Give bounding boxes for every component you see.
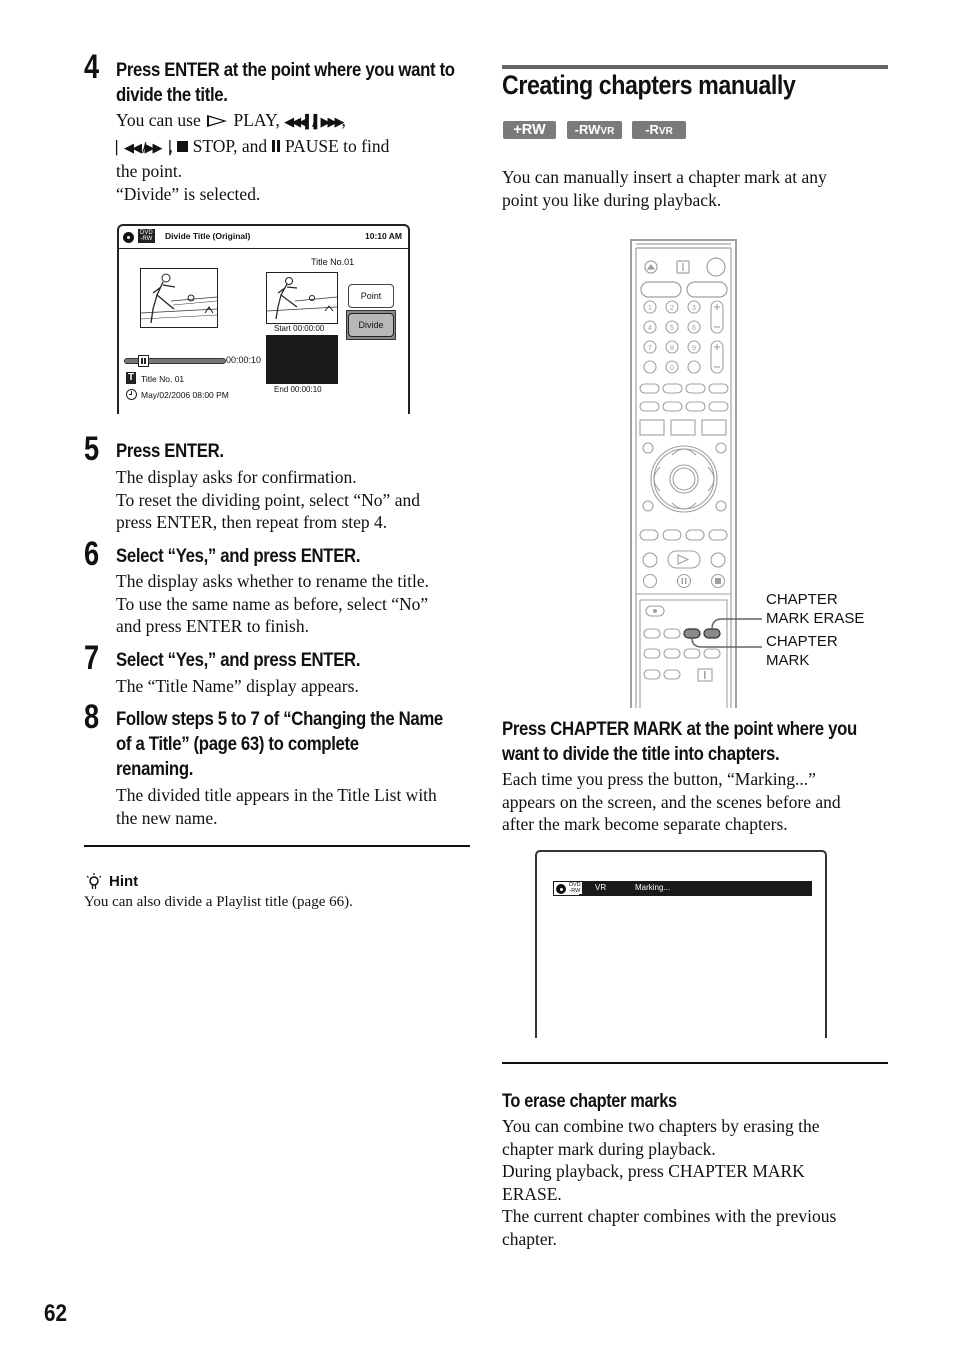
step-body: You can use PLAY, ◀◀◀▍/▍▶▶▶, ▏◀◀ /▶▶▕, S… (116, 109, 476, 205)
step-heading: Follow steps 5 to 7 of “Changing the Nam… (116, 708, 443, 780)
screen-clock: 10:10 AM (364, 231, 402, 241)
divider (502, 1062, 888, 1064)
step-heading: Select “Yes,” and press ENTER. (116, 649, 361, 671)
play-outline-icon (207, 115, 228, 127)
page-number: 62 (44, 1300, 67, 1327)
start-frame-thumbnail (266, 272, 338, 324)
step-body: The “Title Name” display appears. (116, 676, 359, 696)
erase-body: You can combine two chapters by erasing … (502, 1116, 837, 1249)
recording-mode: VR (595, 883, 607, 892)
section-title: Creating chapters manually (502, 70, 796, 100)
step-heading-line: divide the title. (116, 84, 228, 106)
media-badge-r-vr: -RVR (632, 121, 686, 139)
hint-label: Hint (109, 873, 139, 890)
chapter-mark-button (683, 628, 701, 639)
title-number-header: Title No.01 (311, 257, 355, 267)
status-bar: DVD -RW VR Marking... (553, 881, 812, 896)
step-body: The divided title appears in the Title L… (116, 785, 437, 828)
chapter-mark-label: CHAPTER MARK (766, 633, 838, 669)
key-7: 7 (648, 345, 652, 352)
instruction-heading: Press CHAPTER MARK at the point where yo… (502, 718, 857, 765)
step-number: 4 (84, 48, 100, 86)
end-time-label: End 00:00:10 (274, 385, 322, 394)
slider-time: 00:00:10 (226, 355, 262, 365)
preview-thumbnail (140, 268, 218, 328)
key-6: 6 (692, 325, 696, 332)
title-number-text: Title No. 01 (141, 374, 185, 384)
soccer-player-image (267, 277, 337, 320)
key-1: 1 (648, 305, 652, 312)
screen-header: DVD -RW Divide Title (Original) 10:10 AM (119, 226, 408, 249)
title-icon: T (126, 372, 136, 384)
slider-handle[interactable] (138, 355, 149, 367)
media-badge-rw-vr: -RWVR (567, 121, 622, 139)
dvd-rw-badge: DVD -RW (138, 229, 155, 243)
end-frame-preview (266, 335, 338, 384)
step-body-line: You can use PLAY, ◀◀◀▍/▍▶▶▶, (116, 110, 346, 130)
key-4: 4 (648, 325, 652, 332)
step-heading: Press ENTER at the point where you want … (116, 58, 469, 108)
step-body-line: ▏◀◀ /▶▶▕, STOP, and PAUSE to find (116, 135, 390, 156)
step-heading: Select “Yes,” and press ENTER. (116, 545, 361, 567)
point-button[interactable]: Point (348, 284, 394, 308)
step-heading-line: Press ENTER at the point where you want … (116, 59, 455, 81)
remote-control-illustration: 1 2 3 4 5 6 7 8 9 0 (630, 239, 762, 708)
step-body-line: “Divide” is selected. (116, 183, 261, 204)
key-0: 0 (670, 365, 674, 372)
chapter-mark-erase-button (703, 628, 721, 639)
step-number: 6 (84, 535, 100, 573)
step-body-line: the point. (116, 161, 183, 182)
key-8: 8 (670, 345, 674, 352)
scan-reverse-forward-icon: ◀◀◀▍/▍▶▶▶ (284, 115, 344, 130)
start-time-label: Start 00:00:00 (274, 324, 325, 333)
marking-screen: DVD -RW VR Marking... (535, 850, 827, 1038)
soccer-player-image (141, 273, 217, 324)
key-2: 2 (670, 305, 674, 312)
marking-status: Marking... (635, 883, 671, 892)
disc-icon (123, 232, 134, 243)
position-slider[interactable] (124, 355, 226, 367)
step-heading: Press ENTER. (116, 440, 224, 462)
section-rule (502, 65, 888, 69)
media-badge-plus-rw: +RW (503, 121, 556, 139)
divider (84, 845, 470, 847)
key-9: 9 (692, 345, 696, 352)
stop-icon (177, 140, 189, 152)
intro-text: You can manually insert a chapter mark a… (502, 167, 827, 210)
erase-heading: To erase chapter marks (502, 1091, 677, 1112)
pause-icon (271, 139, 275, 152)
disc-icon (556, 883, 566, 894)
step-body: The display asks whether to rename the t… (116, 571, 429, 637)
clock-icon (126, 389, 137, 400)
instruction-body: Each time you press the button, “Marking… (502, 769, 841, 835)
numeric-keypad (643, 300, 724, 374)
step-number: 7 (84, 639, 100, 677)
step-number: 8 (84, 698, 100, 736)
record-date: May/02/2006 08:00 PM (141, 390, 229, 400)
screen-title: Divide Title (Original) (165, 231, 251, 241)
dvd-rw-badge: DVD -RW (568, 882, 582, 894)
hint-text: You can also divide a Playlist title (pa… (84, 894, 353, 910)
skip-prev-next-icon: ▏◀◀ /▶▶▕ (116, 140, 170, 156)
chapter-mark-erase-label: CHAPTER MARK ERASE (766, 591, 865, 627)
step-number: 5 (84, 430, 100, 468)
key-5: 5 (670, 325, 674, 332)
divide-button[interactable]: Divide (348, 313, 394, 337)
step-body: The display asks for confirmation. To re… (116, 467, 420, 533)
divide-button-focus: Divide (346, 310, 396, 340)
lightbulb-icon (86, 873, 102, 889)
key-3: 3 (692, 305, 696, 312)
divide-title-screen: DVD -RW Divide Title (Original) 10:10 AM… (117, 224, 410, 414)
